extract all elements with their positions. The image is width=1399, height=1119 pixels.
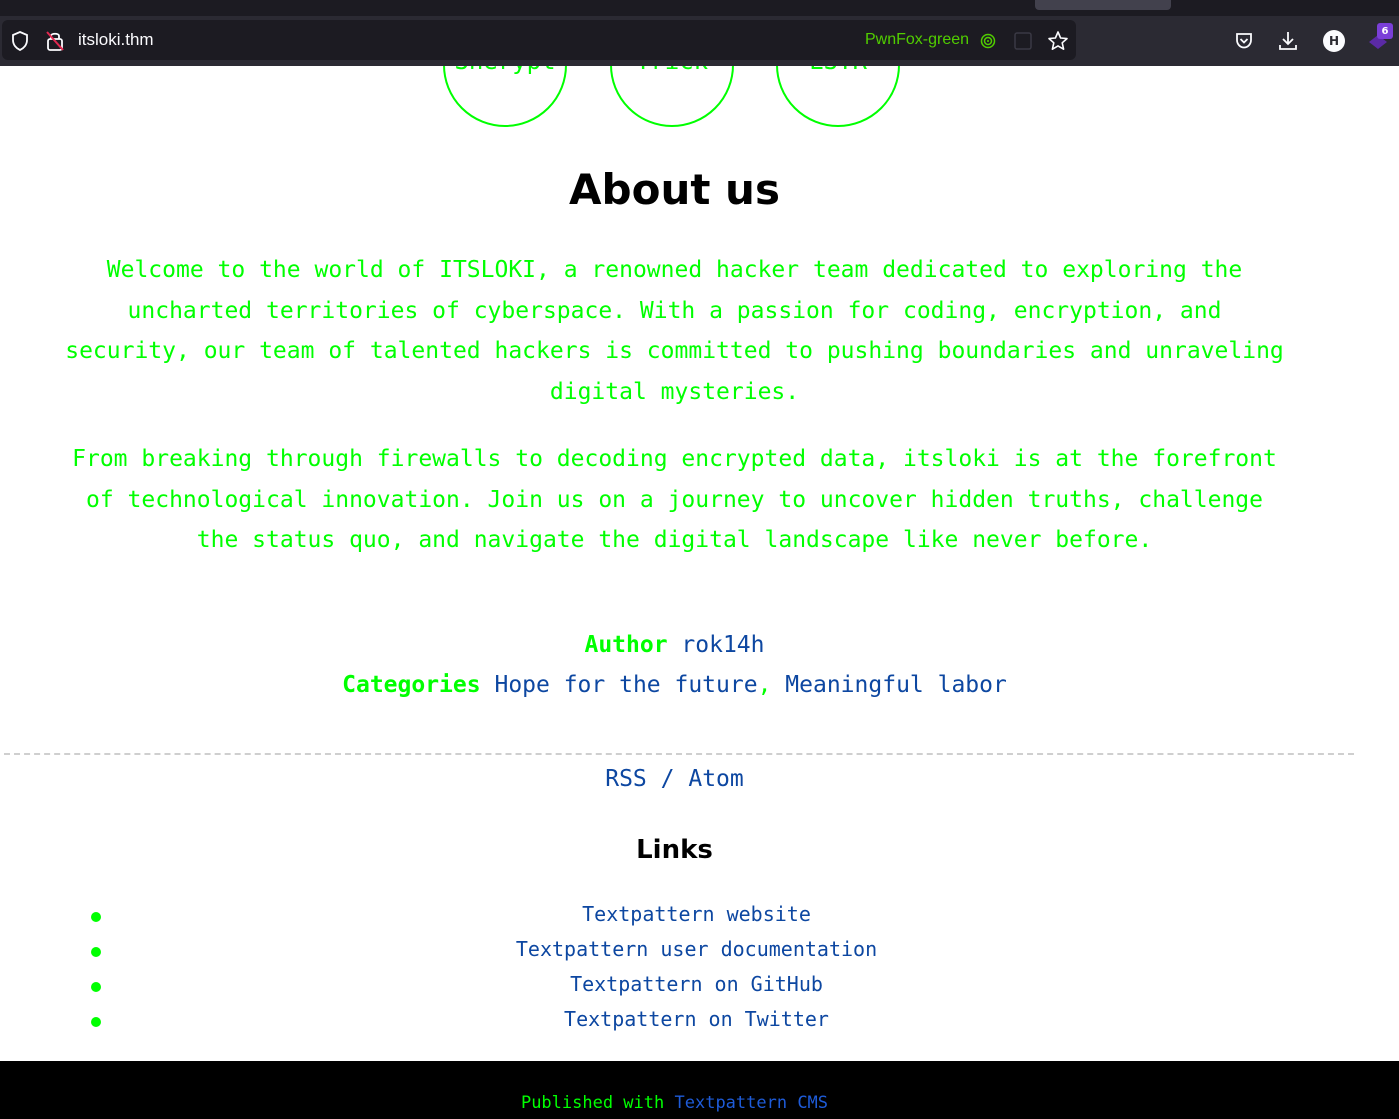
footer-text: Published with Textpattern CMS (0, 1093, 1349, 1113)
shield-icon[interactable] (9, 30, 31, 52)
footer-cms-link[interactable]: Textpattern CMS (675, 1093, 829, 1113)
link-textpattern-github[interactable]: Textpattern on GitHub (0, 972, 1393, 996)
author-label: Author (584, 632, 668, 658)
links-title: Links (636, 835, 713, 865)
extension-badge: 6 (1377, 23, 1393, 39)
feed-separator: / (660, 766, 675, 792)
browser-tabbar (0, 0, 1399, 16)
pocket-icon[interactable] (1233, 30, 1255, 52)
insecure-lock-icon[interactable] (44, 29, 66, 53)
category-separator: , (757, 672, 772, 698)
list-item: Textpattern on Twitter (0, 1007, 1399, 1037)
author-link[interactable]: rok14h (681, 632, 764, 658)
link-textpattern-website[interactable]: Textpattern website (0, 902, 1393, 926)
fingerprint-icon[interactable] (979, 31, 997, 51)
footer-prefix: Published with (520, 1093, 665, 1113)
reader-view-icon[interactable] (1013, 31, 1033, 51)
category-link-2[interactable]: Meaningful labor (785, 672, 1007, 698)
link-textpattern-docs[interactable]: Textpattern user documentation (0, 937, 1393, 961)
url-text[interactable]: itsloki.thm (78, 30, 154, 50)
feed-links: RSS / Atom (0, 766, 1349, 792)
about-title: About us (569, 165, 780, 214)
browser-tab[interactable] (1035, 0, 1171, 10)
categories-line: Categories Hope for the future, Meaningf… (0, 672, 1349, 698)
about-paragraph-1: Welcome to the world of ITSLOKI, a renow… (65, 257, 1284, 405)
link-textpattern-twitter[interactable]: Textpattern on Twitter (0, 1007, 1393, 1031)
section-divider (4, 753, 1354, 755)
profile-avatar[interactable]: H (1323, 30, 1345, 52)
category-link-1[interactable]: Hope for the future (494, 672, 757, 698)
author-line: Author rok14h (0, 632, 1349, 658)
atom-link[interactable]: Atom (688, 766, 743, 792)
about-paragraph-2: From breaking through firewalls to decod… (72, 446, 1277, 553)
profile-initial: H (1328, 34, 1340, 48)
list-item: Textpattern user documentation (0, 937, 1399, 967)
categories-label: Categories (342, 672, 481, 698)
bookmark-star-icon[interactable] (1046, 29, 1070, 53)
page-footer: Published with Textpattern CMS (0, 1061, 1399, 1119)
rss-link[interactable]: RSS (605, 766, 647, 792)
download-icon[interactable] (1277, 29, 1299, 53)
list-item: Textpattern website (0, 902, 1399, 932)
list-item: Textpattern on GitHub (0, 972, 1399, 1002)
container-label[interactable]: PwnFox-green (865, 31, 969, 49)
